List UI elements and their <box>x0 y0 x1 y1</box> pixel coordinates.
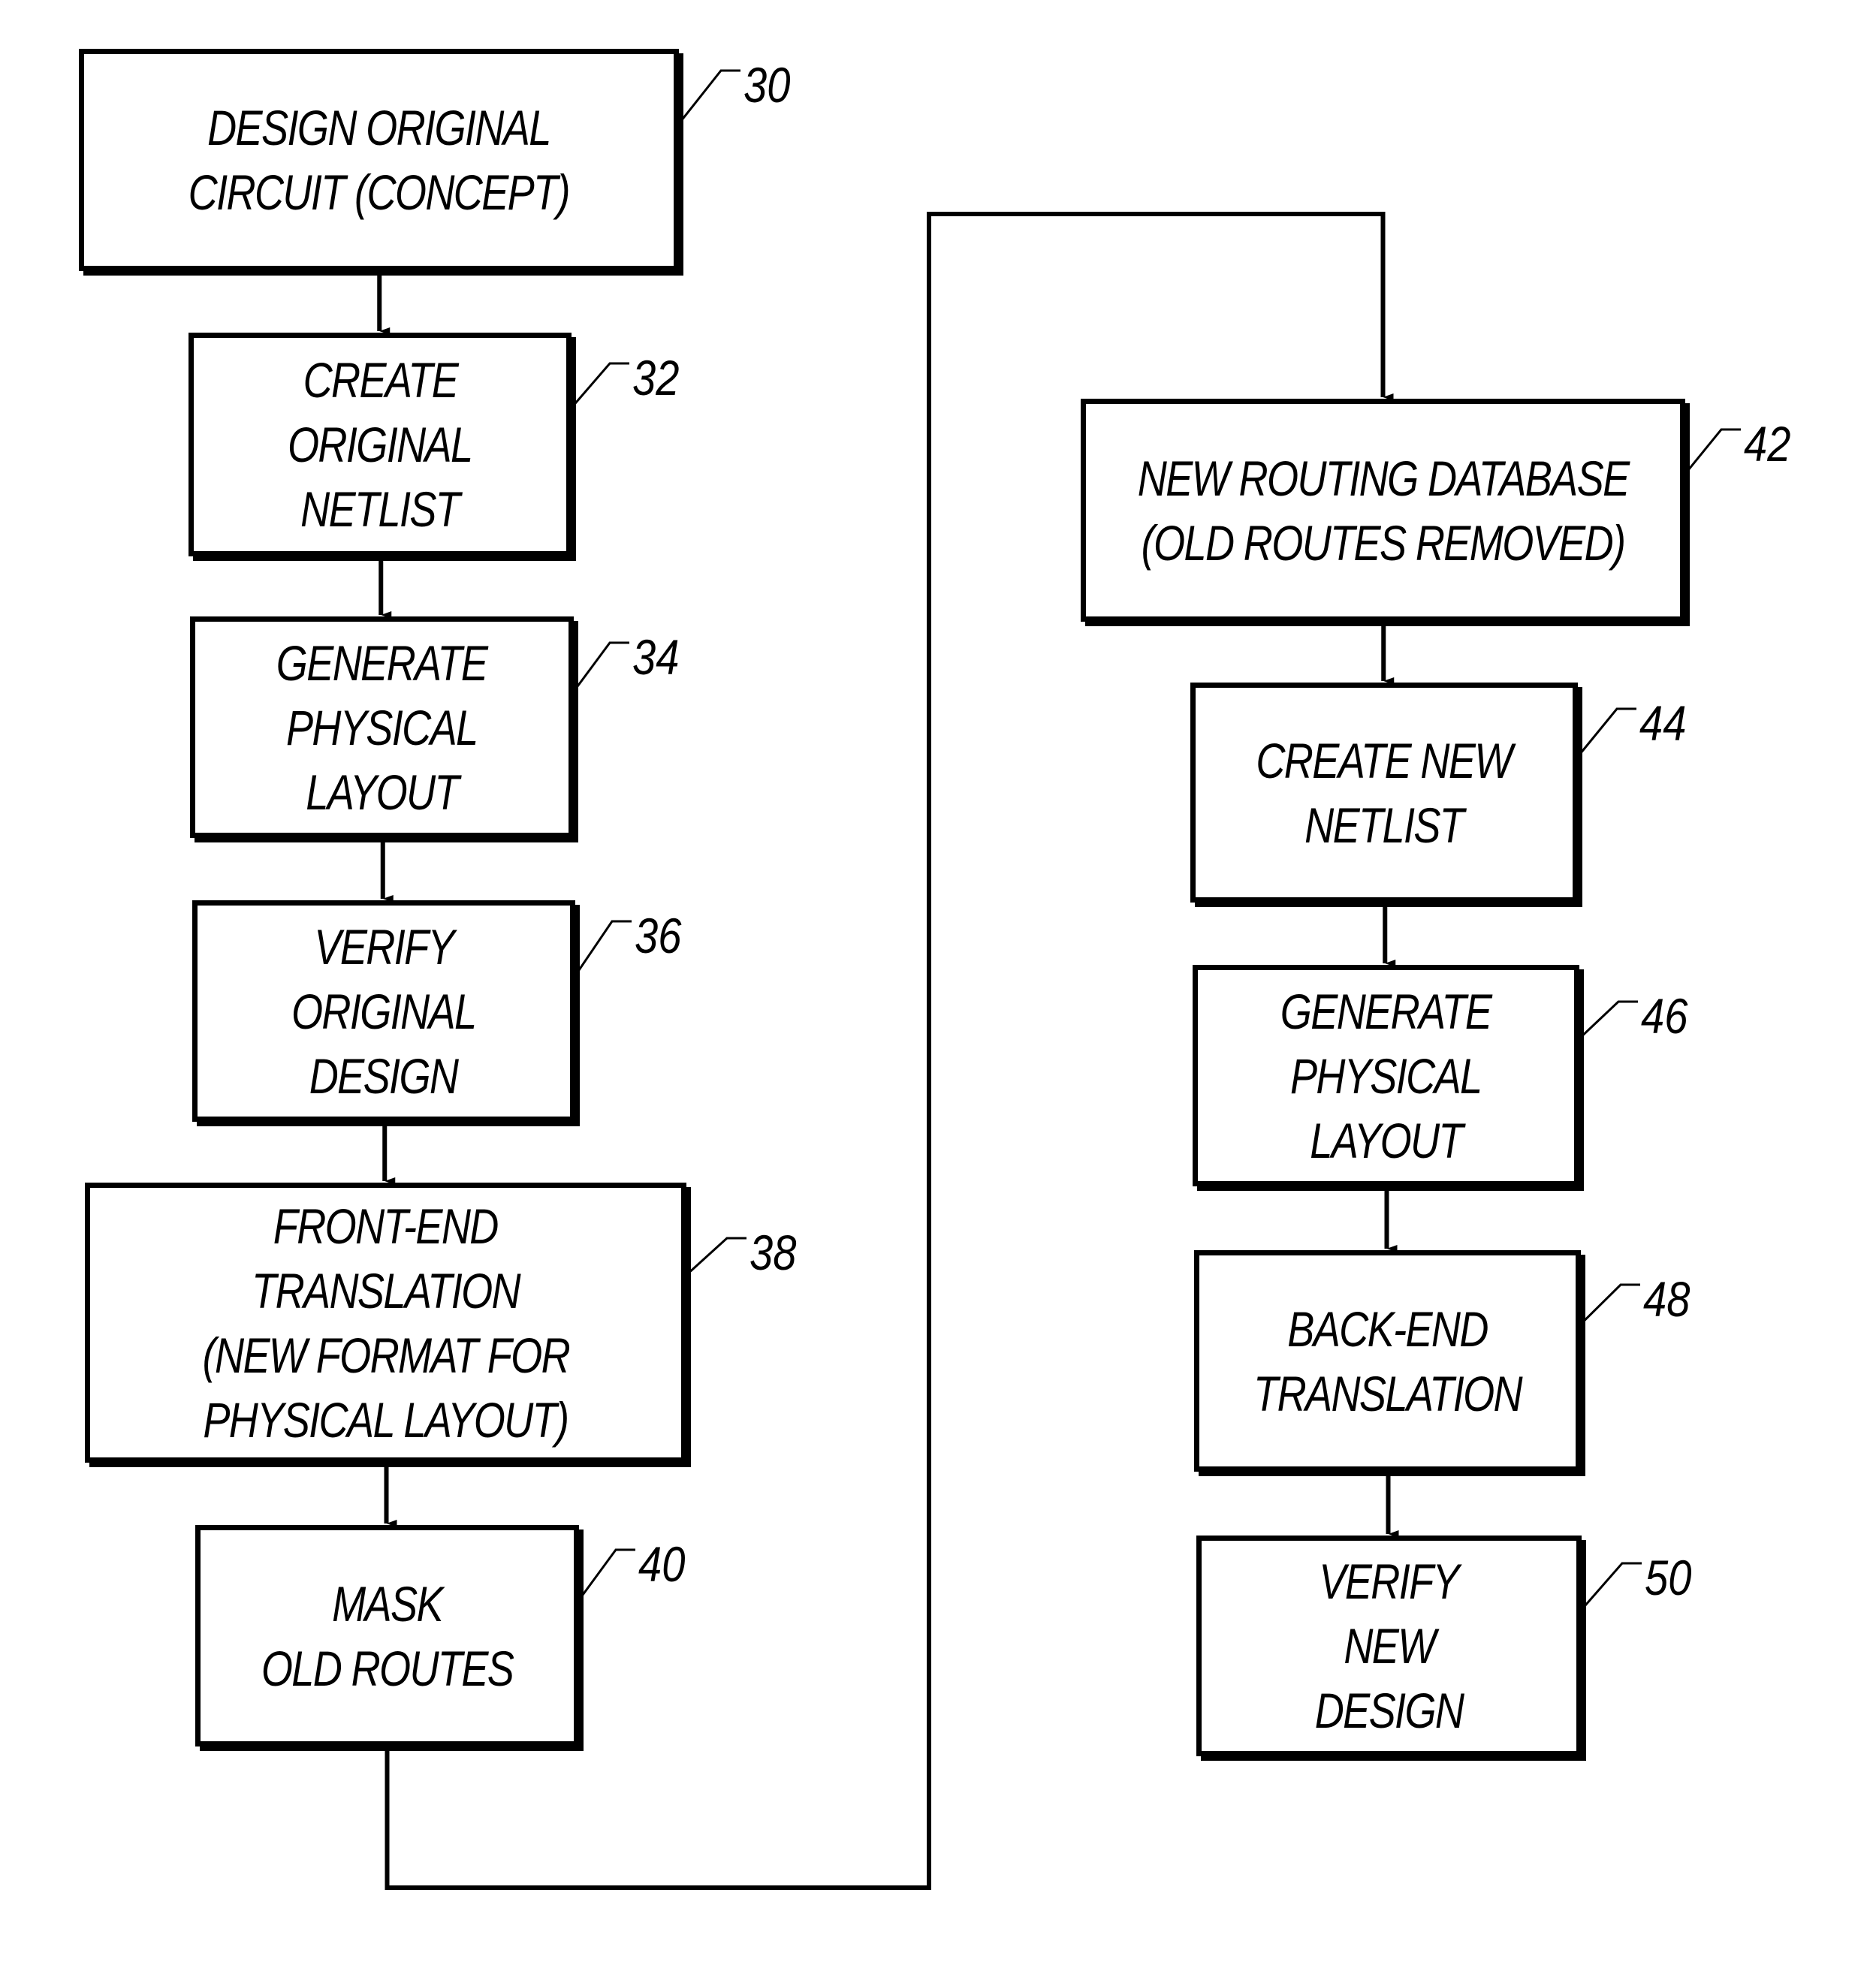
step-text-line: DESIGN ORIGINAL <box>207 100 551 155</box>
ref-label-46: 46 <box>1641 988 1688 1044</box>
step-text-line: PHYSICAL LAYOUT) <box>203 1391 569 1448</box>
flowchart: DESIGN ORIGINAL CIRCUIT (CONCEPT) CREATE O… <box>0 0 1876 1965</box>
step-text-line: VERIFY <box>314 918 454 975</box>
ref-label-40: 40 <box>638 1536 686 1592</box>
step-44-create-new-netlist: CREATE NEW NETLIST <box>1190 683 1578 903</box>
step-text-line: CIRCUIT (CONCEPT) <box>188 164 571 220</box>
step-text-line: LAYOUT <box>306 764 459 820</box>
step-text-line: GENERATE <box>1280 983 1492 1039</box>
step-text-line: ORIGINAL <box>291 983 477 1039</box>
step-50-verify-new-design: VERIFY NEW DESIGN <box>1196 1536 1582 1756</box>
step-text-line: NEW ROUTING DATABASE <box>1137 450 1630 506</box>
ref-label-38: 38 <box>749 1225 797 1280</box>
leader-line-44 <box>1579 707 1636 754</box>
step-text-line: NEW <box>1343 1618 1436 1674</box>
step-text-line: LAYOUT <box>1310 1112 1463 1168</box>
step-34-generate-physical-layout: GENERATE PHYSICAL LAYOUT <box>190 616 574 838</box>
step-text-line: BACK-END <box>1287 1300 1488 1357</box>
step-42-new-routing-database: NEW ROUTING DATABASE (OLD ROUTES REMOVED) <box>1081 399 1685 622</box>
step-text-line: GENERATE <box>276 634 488 691</box>
step-text-line: PHYSICAL <box>286 699 478 755</box>
step-text-line: ORIGINAL <box>288 417 473 472</box>
step-text-line: NETLIST <box>1304 797 1464 853</box>
step-text-line: DESIGN <box>309 1047 459 1104</box>
step-text-line: DESIGN <box>1314 1683 1464 1738</box>
step-text-line: NETLIST <box>300 481 460 537</box>
step-text-line: VERIFY <box>1319 1554 1460 1609</box>
step-38-front-end-translation: FRONT-END TRANSLATION (NEW FORMAT FOR PHYSI… <box>85 1183 686 1463</box>
step-text-line: TRANSLATION <box>1253 1365 1522 1421</box>
step-36-verify-original-design: VERIFY ORIGINAL DESIGN <box>192 900 575 1122</box>
leader-line-42 <box>1687 428 1741 471</box>
step-text-line: FRONT-END <box>273 1198 499 1254</box>
leader-line-34 <box>575 641 629 689</box>
ref-label-36: 36 <box>635 908 682 963</box>
step-text-line: PHYSICAL <box>1290 1047 1482 1104</box>
leader-line-32 <box>573 362 629 405</box>
ref-label-44: 44 <box>1639 695 1687 751</box>
step-48-back-end-translation: BACK-END TRANSLATION <box>1194 1250 1581 1472</box>
leader-line-36 <box>577 920 632 972</box>
ref-label-34: 34 <box>632 629 680 685</box>
ref-label-50: 50 <box>1645 1550 1692 1605</box>
step-text-line: (NEW FORMAT FOR <box>202 1327 570 1383</box>
ref-label-32: 32 <box>632 350 680 405</box>
leader-line-46 <box>1581 1000 1638 1037</box>
step-text-line: TRANSLATION <box>252 1262 520 1319</box>
step-text-line: OLD ROUTES <box>261 1640 514 1696</box>
leader-line-40 <box>581 1548 635 1597</box>
ref-label-48: 48 <box>1643 1271 1691 1327</box>
step-32-create-original-netlist: CREATE ORIGINAL NETLIST <box>189 333 572 556</box>
step-30-design-original-circuit: DESIGN ORIGINAL CIRCUIT (CONCEPT) <box>79 49 679 271</box>
step-40-mask-old-routes: MASK OLD ROUTES <box>195 1525 579 1746</box>
leader-line-50 <box>1583 1562 1642 1608</box>
step-text-line: (OLD ROUTES REMOVED) <box>1141 514 1626 571</box>
leader-line-48 <box>1582 1283 1640 1322</box>
step-text-line: CREATE NEW <box>1256 732 1513 788</box>
step-46-generate-physical-layout: GENERATE PHYSICAL LAYOUT <box>1193 965 1579 1186</box>
step-text-line: MASK <box>332 1575 443 1632</box>
leader-line-38 <box>688 1237 746 1273</box>
leader-line-30 <box>680 69 740 121</box>
ref-label-30: 30 <box>743 57 791 113</box>
step-text-line: CREATE <box>303 352 458 408</box>
ref-label-42: 42 <box>1744 416 1791 472</box>
